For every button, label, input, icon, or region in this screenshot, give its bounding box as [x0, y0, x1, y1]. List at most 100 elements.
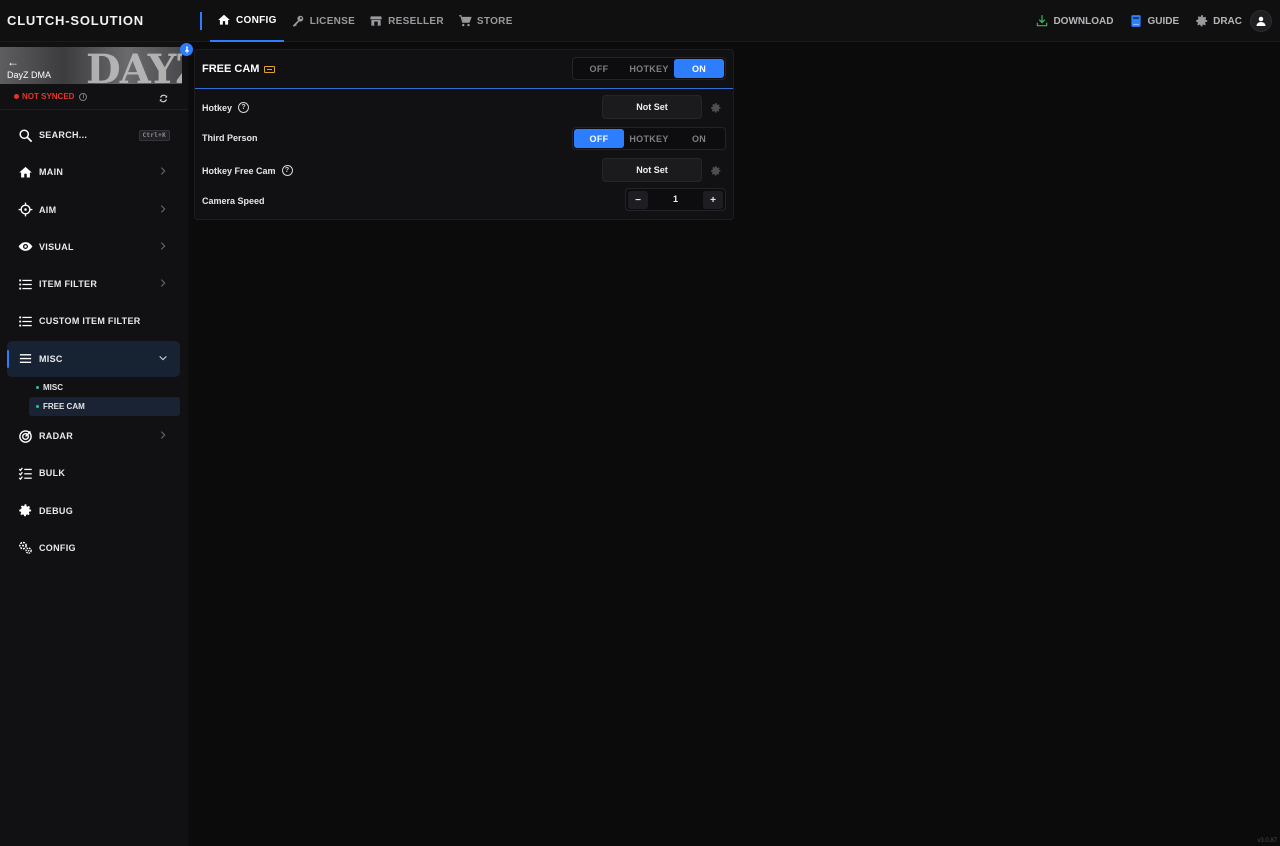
hotkey-free-cam-label: Hotkey Free Cam ?	[202, 165, 293, 176]
third-person-on-button[interactable]: ON	[674, 129, 724, 148]
sidebar-search[interactable]: SEARCH... Ctrl+K	[7, 117, 180, 153]
hotkey-label-text: Hotkey	[202, 102, 233, 113]
sidebar-item-label: BULK	[39, 468, 66, 479]
sidebar-item-visual[interactable]: VISUAL	[7, 229, 180, 265]
third-person-hotkey-button[interactable]: HOTKEY	[624, 129, 674, 148]
sidebar-item-aim[interactable]: AIM	[7, 192, 180, 228]
camera-speed-stepper: − 1 +	[625, 188, 726, 211]
eye-icon	[17, 239, 33, 255]
list-icon	[17, 276, 33, 292]
help-icon[interactable]: ?	[238, 102, 250, 113]
sidebar-item-main[interactable]: MAIN	[7, 154, 180, 190]
hotkey-bind-button[interactable]: Not Set	[602, 95, 702, 119]
sidebar-menu: SEARCH... Ctrl+K MAIN AIM VISUAL ITEM FI…	[7, 117, 180, 567]
nav-reseller-label: RESELLER	[388, 15, 444, 27]
crosshair-icon	[17, 202, 33, 218]
hotkey-row: Hotkey ? Not Set	[195, 92, 733, 123]
game-banner[interactable]: DAYZ ← DayZ DMA	[0, 47, 182, 84]
user-icon	[1256, 16, 1266, 26]
nav-store[interactable]: STORE	[451, 0, 520, 42]
third-person-toggle: OFF HOTKEY ON	[572, 127, 726, 150]
nav-license[interactable]: LICENSE	[284, 0, 362, 42]
third-person-off-button[interactable]: OFF	[574, 129, 624, 148]
panel-title-text: FREE CAM	[202, 63, 260, 75]
top-nav: CONFIG LICENSE RESELLER STORE	[210, 0, 520, 42]
guide-link[interactable]: GUIDE	[1129, 14, 1179, 28]
submenu-label: MISC	[43, 383, 63, 393]
sidebar-item-label: ITEM FILTER	[39, 279, 98, 290]
status-dot	[14, 94, 19, 99]
nav-config[interactable]: CONFIG	[210, 0, 284, 42]
free-cam-mode-toggle: OFF HOTKEY ON	[572, 57, 726, 80]
bullet-dot	[36, 405, 39, 409]
download-link[interactable]: DOWNLOAD	[1035, 14, 1113, 28]
gear-icon[interactable]	[710, 102, 722, 114]
sidebar: DAYZ ← DayZ DMA NOT SYNCED i SEARCH... C…	[0, 42, 193, 846]
third-person-row: Third Person OFF HOTKEY ON	[195, 123, 733, 154]
panel-title: FREE CAM	[202, 63, 276, 75]
guide-label: GUIDE	[1147, 15, 1180, 27]
gear-icon[interactable]	[710, 165, 722, 177]
camera-speed-value[interactable]: 1	[650, 194, 701, 204]
sidebar-item-label: MISC	[39, 353, 63, 364]
pin-icon[interactable]	[180, 43, 193, 56]
free-cam-panel: FREE CAM OFF HOTKEY ON Hotkey ? Not Set …	[194, 49, 734, 220]
sync-status: NOT SYNCED i	[14, 92, 88, 101]
avatar[interactable]	[1250, 10, 1272, 32]
submenu-item-free-cam[interactable]: FREE CAM	[29, 397, 180, 417]
top-bar: CLUTCH-SOLUTION CONFIG LICENSE RESELLER …	[0, 0, 1280, 42]
chevron-down-icon	[159, 355, 167, 361]
sync-status-label: NOT SYNCED	[22, 92, 75, 101]
keyboard-icon	[264, 65, 276, 73]
sidebar-item-label: VISUAL	[39, 241, 74, 252]
submenu-item-misc[interactable]: MISC	[29, 378, 180, 397]
sidebar-item-radar[interactable]: RADAR	[7, 418, 180, 454]
third-person-label-text: Third Person	[202, 133, 258, 143]
sidebar-item-label: CONFIG	[39, 542, 76, 553]
sidebar-item-custom-item-filter[interactable]: CUSTOM ITEM FILTER	[7, 303, 180, 339]
user-menu[interactable]: DRAC	[1195, 14, 1242, 28]
nav-store-label: STORE	[476, 15, 513, 27]
radar-icon	[17, 428, 33, 444]
sidebar-item-label: MAIN	[39, 167, 64, 178]
hotkey-free-cam-bind-button[interactable]: Not Set	[602, 158, 702, 182]
sidebar-item-debug[interactable]: DEBUG	[7, 493, 180, 529]
book-icon	[1131, 15, 1142, 27]
chevron-right-icon	[160, 279, 166, 287]
sidebar-divider	[0, 109, 188, 110]
camera-speed-row: Camera Speed − 1 +	[195, 186, 733, 217]
info-icon[interactable]: i	[79, 92, 88, 101]
hotkey-free-cam-row: Hotkey Free Cam ? Not Set	[195, 155, 733, 186]
user-name: DRAC	[1213, 15, 1242, 27]
home-icon	[17, 164, 33, 180]
refresh-icon[interactable]	[158, 91, 169, 109]
mode-on-button[interactable]: ON	[674, 59, 724, 78]
hotkey-free-cam-label-text: Hotkey Free Cam	[202, 165, 276, 176]
game-logo: DAYZ	[86, 47, 182, 84]
increment-button[interactable]: +	[703, 191, 723, 209]
mode-off-button[interactable]: OFF	[574, 59, 624, 78]
sidebar-item-label: CUSTOM ITEM FILTER	[39, 316, 141, 327]
chevron-right-icon	[160, 204, 166, 213]
store-icon	[370, 16, 382, 26]
gears-icon	[17, 540, 33, 556]
search-icon	[17, 127, 33, 143]
gear-icon	[17, 503, 33, 519]
decrement-button[interactable]: −	[628, 191, 648, 209]
help-icon[interactable]: ?	[281, 165, 293, 176]
camera-speed-label-text: Camera Speed	[202, 196, 265, 206]
back-arrow-icon[interactable]: ←	[7, 55, 19, 69]
menu-icon	[17, 351, 33, 367]
sidebar-item-bulk[interactable]: BULK	[7, 455, 180, 491]
camera-speed-label: Camera Speed	[202, 196, 265, 206]
key-icon	[292, 15, 303, 27]
sidebar-item-misc[interactable]: MISC	[7, 340, 180, 377]
sidebar-item-config[interactable]: CONFIG	[7, 530, 180, 566]
nav-reseller[interactable]: RESELLER	[362, 0, 451, 42]
mode-hotkey-button[interactable]: HOTKEY	[624, 59, 674, 78]
sidebar-item-item-filter[interactable]: ITEM FILTER	[7, 266, 180, 302]
misc-submenu: MISC FREE CAM	[29, 378, 180, 417]
home-icon	[218, 14, 230, 25]
panel-header: FREE CAM OFF HOTKEY ON	[195, 50, 733, 89]
submenu-label: FREE CAM	[43, 402, 85, 412]
